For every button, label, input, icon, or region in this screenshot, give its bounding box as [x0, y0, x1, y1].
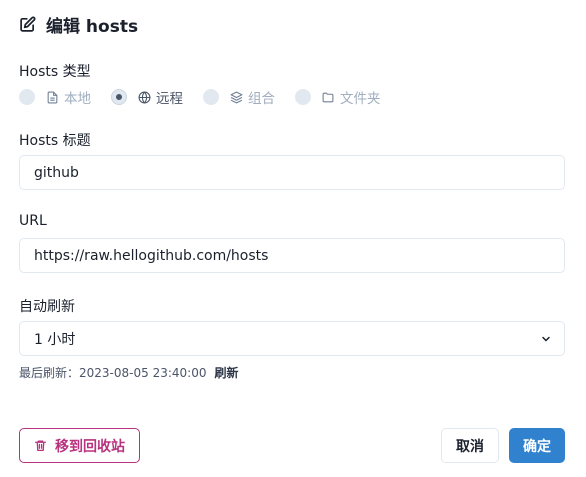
layers-icon: [229, 90, 243, 104]
radio-folder-dot[interactable]: [295, 89, 311, 105]
trash-icon: [34, 439, 47, 452]
radio-remote-dot[interactable]: [111, 89, 127, 105]
radio-remote[interactable]: 远程: [111, 87, 183, 107]
edit-hosts-dialog: 编辑 hosts Hosts 类型 本地 远程 组合 文件夹 Hosts 标题 …: [0, 0, 586, 477]
edit-icon: [19, 15, 37, 33]
move-to-trash-button[interactable]: 移到回收站: [19, 428, 140, 463]
refresh-link[interactable]: 刷新: [214, 364, 238, 381]
hosts-type-radio-group: 本地 远程 组合 文件夹: [19, 87, 401, 107]
radio-group-dot[interactable]: [203, 89, 219, 105]
url-label: URL: [19, 213, 47, 229]
radio-local-dot[interactable]: [19, 89, 35, 105]
last-refresh-label: 最后刷新：: [19, 366, 80, 380]
cancel-button[interactable]: 取消: [441, 428, 499, 463]
last-refresh-info: 最后刷新： 2023-08-05 23:40:00 刷新: [19, 364, 238, 381]
folder-icon: [321, 90, 335, 104]
hosts-type-label: Hosts 类型: [19, 64, 91, 80]
globe-icon: [137, 90, 151, 104]
dialog-title: 编辑 hosts: [46, 16, 139, 37]
radio-group-label: 组合: [248, 91, 275, 107]
radio-local[interactable]: 本地: [19, 87, 91, 107]
auto-refresh-value: 1 小时: [34, 331, 76, 348]
dialog-header: 编辑 hosts: [19, 12, 139, 37]
hosts-title-label: Hosts 标题: [19, 133, 91, 149]
last-refresh-time: 2023-08-05 23:40:00: [79, 365, 207, 380]
hosts-title-input[interactable]: github: [19, 155, 565, 190]
radio-local-label: 本地: [64, 91, 91, 107]
auto-refresh-label: 自动刷新: [19, 299, 75, 315]
chevron-down-icon: [540, 333, 552, 349]
ok-button[interactable]: 确定: [509, 428, 565, 463]
radio-folder[interactable]: 文件夹: [295, 87, 381, 107]
url-input[interactable]: https://raw.hellogithub.com/hosts: [19, 238, 565, 273]
auto-refresh-select[interactable]: 1 小时: [19, 321, 565, 356]
file-icon: [45, 90, 59, 104]
radio-folder-label: 文件夹: [340, 91, 381, 107]
radio-remote-label: 远程: [156, 91, 183, 107]
radio-group[interactable]: 组合: [203, 87, 275, 107]
move-to-trash-label: 移到回收站: [55, 438, 125, 455]
